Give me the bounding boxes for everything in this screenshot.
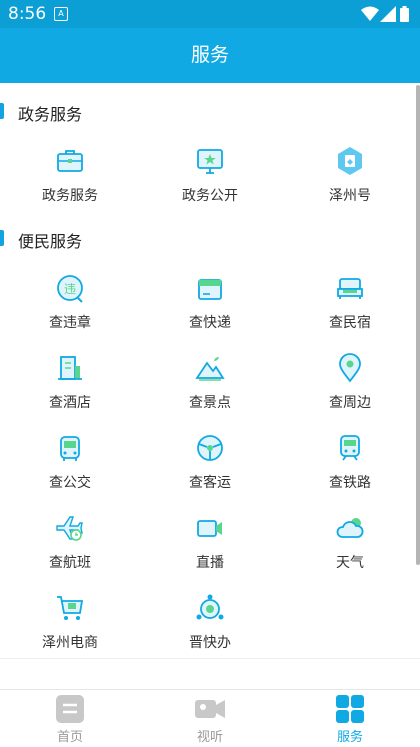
section-marker <box>0 230 4 246</box>
plane-clock-icon <box>56 516 83 541</box>
service-gov-public[interactable]: 政务公开 <box>140 145 280 205</box>
service-label: 查违章 <box>49 315 91 331</box>
service-label: 查酒店 <box>49 395 91 411</box>
train-icon <box>340 435 360 461</box>
tab-label: 首页 <box>56 730 83 745</box>
service-live[interactable]: 直播 <box>140 512 280 572</box>
service-label: 查周边 <box>329 395 371 411</box>
monitor-star-icon <box>197 149 223 174</box>
page-title: 服务 <box>190 44 229 66</box>
service-label: 查快递 <box>189 315 231 331</box>
service-label: 查公交 <box>49 475 91 491</box>
service-jin-kuaiban[interactable]: 晋快办 <box>140 592 280 652</box>
bottom-tab-bar: 首页 视听 服务 <box>0 689 420 747</box>
shopping-cart-icon <box>57 596 84 620</box>
service-flight[interactable]: 查航班 <box>0 512 140 572</box>
tab-home[interactable]: 首页 <box>0 690 140 747</box>
service-nearby[interactable]: 查周边 <box>280 352 420 412</box>
service-violation[interactable]: 违 查违章 <box>0 272 140 332</box>
bus-icon <box>60 436 80 461</box>
service-label: 直播 <box>196 555 224 571</box>
service-label: 查景点 <box>189 395 231 411</box>
status-time: 8:56 <box>8 4 47 24</box>
steering-wheel-icon <box>197 435 223 461</box>
status-bar: 8:56 A <box>0 0 420 28</box>
tab-video[interactable]: 视听 <box>140 690 280 747</box>
tab-label: 视听 <box>196 730 223 745</box>
service-label: 晋快办 <box>189 635 231 651</box>
service-label: 查客运 <box>189 475 231 491</box>
section-title-gov: 政务服务 <box>18 105 83 124</box>
wifi-icon <box>361 6 379 21</box>
briefcase-icon <box>57 150 83 172</box>
service-label: 政务公开 <box>182 188 238 204</box>
service-label: 查民宿 <box>329 315 371 331</box>
battery-icon <box>400 6 409 22</box>
scrollbar[interactable] <box>416 85 420 565</box>
cloud-weather-icon <box>336 518 364 538</box>
tab-services[interactable]: 服务 <box>280 690 420 747</box>
location-pin-icon <box>339 353 361 383</box>
section-marker <box>0 103 4 119</box>
service-express[interactable]: 查快递 <box>140 272 280 332</box>
service-hotel[interactable]: 查酒店 <box>0 352 140 412</box>
service-label: 天气 <box>336 555 364 571</box>
video-tab-icon <box>195 700 225 718</box>
grid-tab-icon <box>336 695 364 723</box>
service-coach[interactable]: 查客运 <box>140 432 280 492</box>
notification-icon: A <box>54 7 68 21</box>
service-label: 泽州电商 <box>42 635 98 651</box>
service-gov-services[interactable]: 政务服务 <box>0 145 140 205</box>
service-bus[interactable]: 查公交 <box>0 432 140 492</box>
network-nodes-icon <box>196 594 224 620</box>
violation-icon: 违 <box>57 275 83 303</box>
service-railway[interactable]: 查铁路 <box>280 432 420 492</box>
parcel-box-icon <box>198 279 222 300</box>
section-title-convenience: 便民服务 <box>18 232 83 251</box>
video-camera-icon <box>197 520 222 537</box>
service-scenic[interactable]: 查景点 <box>140 352 280 412</box>
title-bar: 服务 <box>0 28 420 83</box>
service-label: 政务服务 <box>42 188 98 204</box>
tab-label: 服务 <box>336 730 363 745</box>
mountain-scenery-icon <box>195 357 225 381</box>
service-label: 查航班 <box>49 555 91 571</box>
service-label: 查铁路 <box>329 475 371 491</box>
service-weather[interactable]: 天气 <box>280 512 420 572</box>
service-label: 泽州号 <box>329 188 371 204</box>
service-ecommerce[interactable]: 泽州电商 <box>0 592 140 652</box>
home-doc-icon <box>56 695 84 723</box>
service-homestay[interactable]: 查民宿 <box>280 272 420 332</box>
violation-badge: 违 <box>64 282 76 296</box>
hotel-building-icon <box>58 356 82 380</box>
signal-icon <box>380 6 396 22</box>
hexagon-badge-icon <box>338 147 362 175</box>
service-zezhou-account[interactable]: 泽州号 <box>280 145 420 205</box>
content-divider <box>0 658 420 659</box>
bed-icon <box>337 278 363 299</box>
